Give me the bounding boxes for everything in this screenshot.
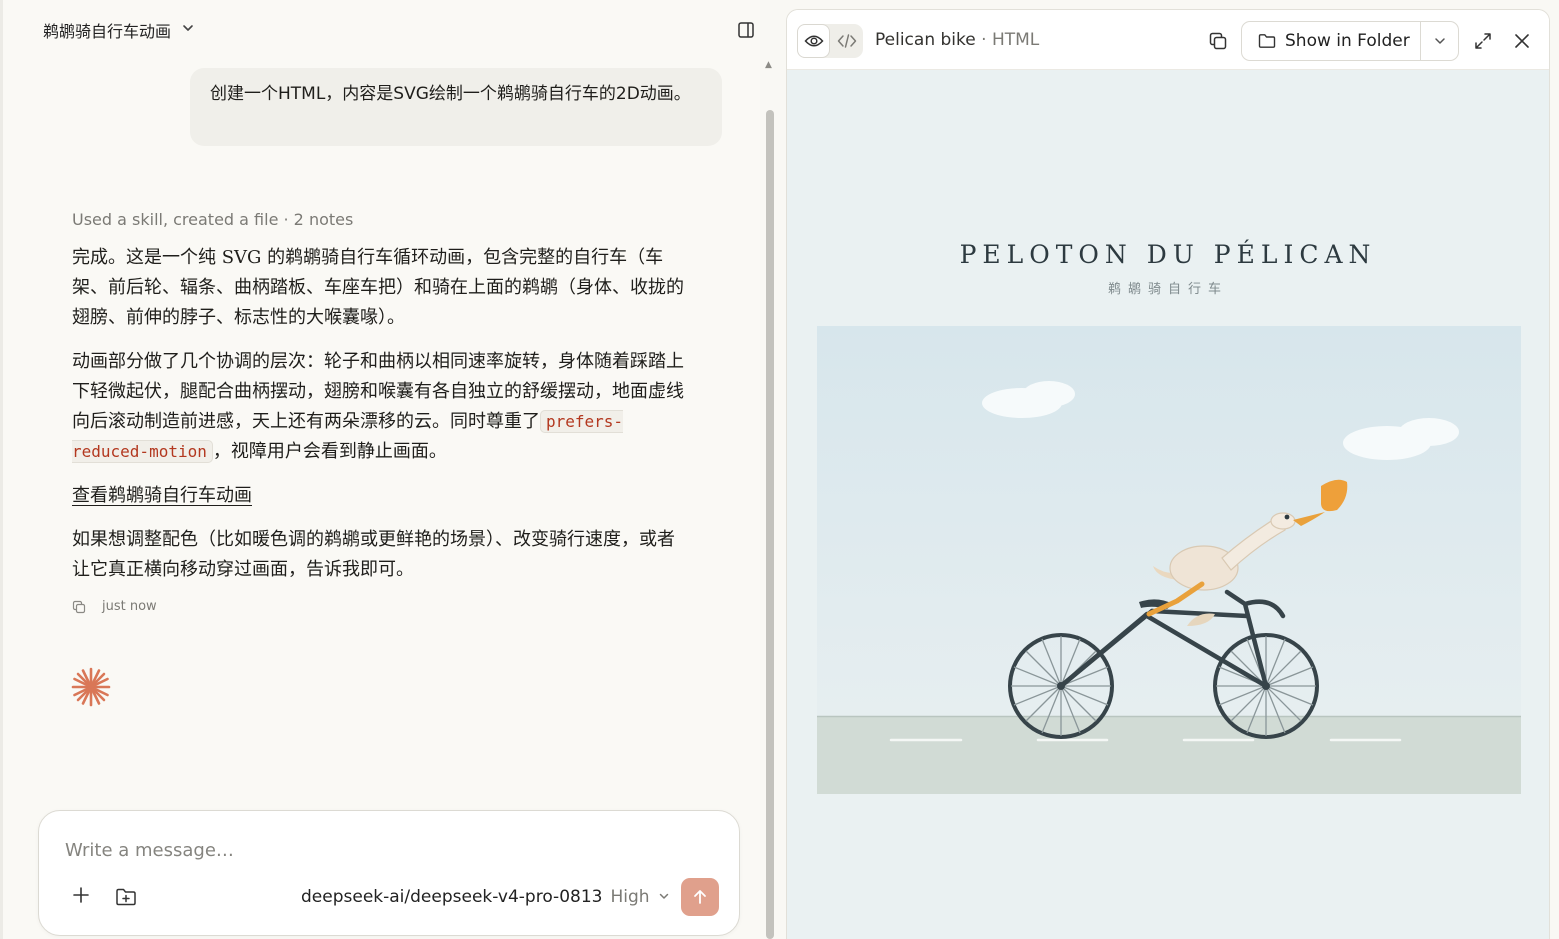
artifact-title-separator: · [975, 30, 992, 50]
folder-icon [1258, 34, 1276, 48]
artifact-header: Pelican bike · HTML Show in Folder [787, 10, 1549, 70]
chat-title: 鹈鹕骑自行车动画 [43, 22, 172, 41]
scene-subtitle: 鹈鹕骑自行车 [1107, 282, 1228, 297]
scroll-up-arrow[interactable]: ▲ [765, 60, 772, 70]
add-folder-icon[interactable] [115, 887, 137, 907]
show-in-folder-button[interactable]: Show in Folder [1242, 22, 1420, 60]
model-effort: High [610, 887, 650, 907]
message-timestamp: just now [102, 599, 157, 614]
show-in-folder-group: Show in Folder [1241, 21, 1459, 61]
close-icon[interactable] [1513, 32, 1531, 50]
sidebar-toggle-icon[interactable] [736, 20, 756, 40]
pelican-eye [1284, 514, 1290, 520]
assistant-message: Used a skill, created a file · 2 notes 完… [72, 210, 692, 614]
user-message-bubble: 创建一个HTML，内容是SVG绘制一个鹈鹕骑自行车的2D动画。 [190, 68, 722, 146]
send-button[interactable] [681, 878, 719, 916]
copy-icon[interactable] [72, 600, 86, 614]
artifact-name: Pelican bike [875, 30, 976, 50]
message-composer: deepseek-ai/deepseek-v4-pro-0813 High [38, 810, 740, 936]
model-name: deepseek-ai/deepseek-v4-pro-0813 [301, 887, 603, 907]
chat-title-dropdown[interactable]: 鹈鹕骑自行车动画 [43, 18, 195, 42]
paragraph-2-text-end: ，视障用户会看到静止画面。 [212, 441, 447, 462]
add-attachment-button[interactable] [69, 885, 93, 909]
code-icon [837, 34, 856, 48]
sky [817, 326, 1521, 716]
chevron-down-icon [1434, 38, 1445, 44]
ground [817, 716, 1521, 794]
chat-pane: 鹈鹕骑自行车动画 创建一个HTML，内容是SVG绘制一个鹈鹕骑自行车的2D动画。… [0, 0, 760, 939]
chat-scrollbar-thumb[interactable] [766, 110, 774, 939]
message-meta: just now [72, 599, 692, 614]
artifact-link[interactable]: 查看鹈鹕骑自行车动画 [72, 481, 252, 511]
arrow-up-icon [694, 890, 706, 904]
artifact-type: HTML [991, 30, 1040, 50]
pelican-head [1270, 512, 1296, 530]
pelican-bike-scene [817, 326, 1521, 794]
code-tab[interactable] [830, 24, 863, 58]
assistant-paragraph-2: 动画部分做了几个协调的层次：轮子和曲柄以相同速率旋转，身体随着踩踏上下轻微起伏，… [72, 347, 692, 467]
chevron-down-icon [181, 21, 195, 39]
artifact-title: Pelican bike · HTML [875, 30, 1039, 50]
expand-icon[interactable] [1473, 31, 1493, 51]
assistant-paragraph-3: 如果想调整配色（比如暖色调的鹈鹕或更鲜艳的场景）、改变骑行速度，或者让它真正横向… [72, 529, 675, 580]
artifact-preview: PELOTON DU PÉLICAN 鹈鹕骑自行车 [787, 70, 1549, 939]
assistant-paragraph-1: 完成。这是一个纯 SVG 的鹈鹕骑自行车循环动画，包含完整的自行车（车架、前后轮… [72, 247, 684, 328]
message-input[interactable] [65, 835, 705, 865]
model-picker[interactable]: deepseek-ai/deepseek-v4-pro-0813 High [301, 885, 670, 909]
spark-icon [70, 666, 112, 708]
artifact-pane: Pelican bike · HTML Show in Folder PELOT… [786, 9, 1550, 939]
eye-icon [803, 35, 824, 47]
skill-note[interactable]: Used a skill, created a file · 2 notes [72, 210, 692, 229]
view-toggle [797, 24, 863, 58]
folder-options-dropdown[interactable] [1420, 22, 1458, 60]
scene-title: PELOTON DU PÉLICAN [959, 240, 1377, 269]
chevron-down-icon [658, 890, 670, 905]
show-in-folder-label: Show in Folder [1285, 31, 1410, 51]
preview-tab[interactable] [797, 24, 830, 58]
copy-icon[interactable] [1208, 31, 1228, 51]
